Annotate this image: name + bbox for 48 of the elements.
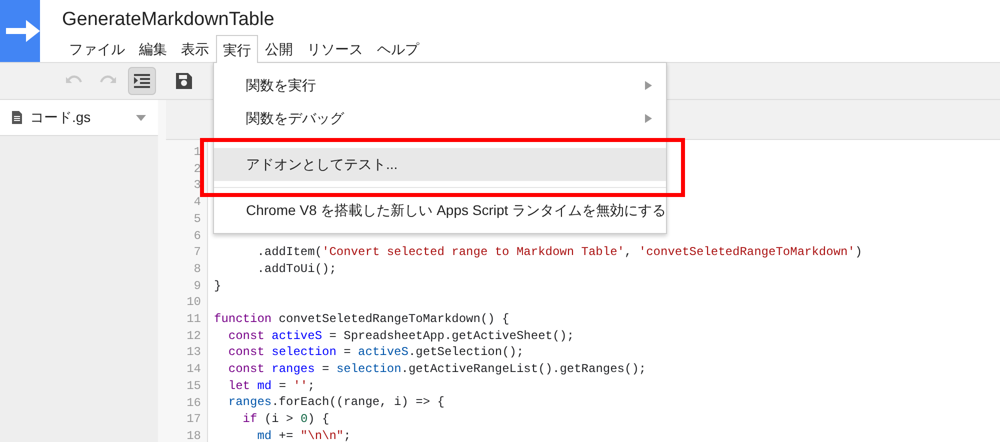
project-title: GenerateMarkdownTable <box>62 8 276 32</box>
caret-icon <box>136 114 146 120</box>
line-number: 15 <box>186 378 202 395</box>
line-number: 5 <box>192 210 202 228</box>
line-number: 18 <box>186 428 202 442</box>
arrow-icon <box>6 18 40 44</box>
dropdown-item[interactable]: Chrome V8 を搭載した新しい Apps Script ランタイムを無効にする <box>214 194 666 227</box>
line-number: 14 <box>186 361 202 378</box>
code-line: .addItem('Convert selected range to Markdown Table', 'convetSeletedRangeToMarkdown') <box>256 244 862 261</box>
toolbar-button[interactable] <box>128 67 156 95</box>
code-line: let md = ''; <box>227 378 315 394</box>
file-name: コード.gs <box>30 108 92 127</box>
line-number: 13 <box>186 344 202 362</box>
line-number: 3 <box>192 177 202 194</box>
save-icon <box>176 73 192 89</box>
dropdown-item[interactable]: 関数をデバッグ <box>214 102 666 135</box>
menu-item[interactable]: ヘルプ <box>370 35 426 63</box>
line-number: 1 <box>192 144 202 161</box>
code-line: ranges.forEach((range, i) => { <box>227 394 444 411</box>
line-number: 8 <box>192 260 202 278</box>
indent-icon <box>134 74 150 88</box>
menu-item[interactable]: 編集 <box>132 35 174 63</box>
line-number: 4 <box>192 194 202 211</box>
menu-item[interactable]: ファイル <box>62 35 132 63</box>
code-line: md += "\n\n"; <box>256 428 351 442</box>
file-item[interactable]: コード.gs <box>0 100 158 136</box>
line-number: 12 <box>186 328 202 344</box>
menu-item[interactable]: 表示 <box>174 35 216 63</box>
code-line: const ranges = selection.getActiveRangeList().getRanges(); <box>227 360 646 378</box>
code-line: if (i > 0) { <box>242 411 330 428</box>
line-number: 7 <box>192 244 202 261</box>
code-line: const selection = activeS.getSelection(); <box>227 344 524 361</box>
menu-item[interactable]: リソース <box>300 35 370 63</box>
line-number: 16 <box>186 394 202 412</box>
menu-item[interactable]: 実行 <box>216 35 258 63</box>
line-number: 10 <box>186 294 202 312</box>
code-line: const activeS = SpreadsheetApp.getActiveSheet(); <box>227 328 574 344</box>
code-line: function convetSeletedRangeToMarkdown() { <box>214 310 510 328</box>
line-number: 11 <box>186 311 202 328</box>
line-number: 17 <box>186 411 202 428</box>
document-icon <box>12 111 22 124</box>
code-line: .addToUi(); <box>256 260 336 278</box>
line-number: 2 <box>192 160 202 178</box>
code-line: } <box>214 278 222 294</box>
line-number: 6 <box>192 228 202 244</box>
line-number: 9 <box>192 278 202 294</box>
dropdown-item[interactable]: アドオンとしてテスト... <box>214 148 666 181</box>
menu-item[interactable]: 公開 <box>258 35 300 63</box>
